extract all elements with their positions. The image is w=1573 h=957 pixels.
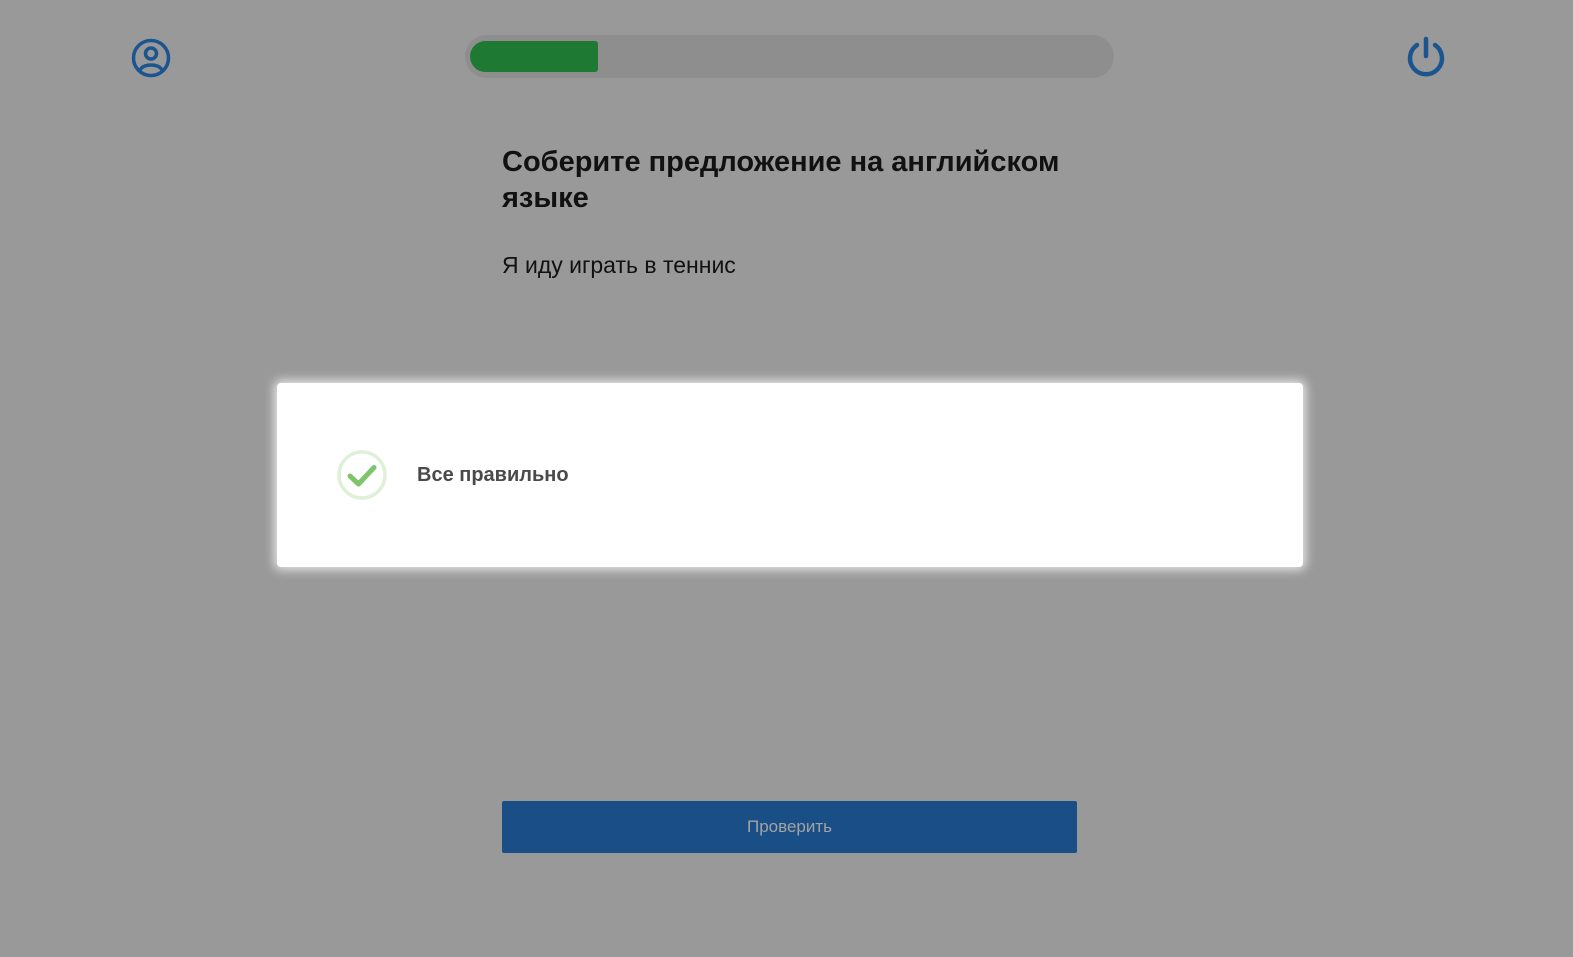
lesson-progress-bar (465, 35, 1114, 78)
check-circle-icon (337, 450, 387, 500)
lesson-progress-fill (470, 41, 598, 72)
exit-button[interactable] (1404, 35, 1448, 79)
user-circle-icon (131, 38, 171, 78)
task-title: Соберите предложение на английском языке (502, 146, 1060, 214)
task-block: Соберите предложение на английском языке… (502, 144, 1062, 280)
profile-button[interactable] (130, 37, 172, 79)
result-message: Все правильно (417, 464, 569, 486)
source-sentence: Я иду играть в теннис (502, 252, 736, 278)
result-card: Все правильно (277, 383, 1303, 567)
power-icon (1407, 36, 1445, 77)
check-answer-button[interactable]: Проверить (502, 801, 1077, 853)
